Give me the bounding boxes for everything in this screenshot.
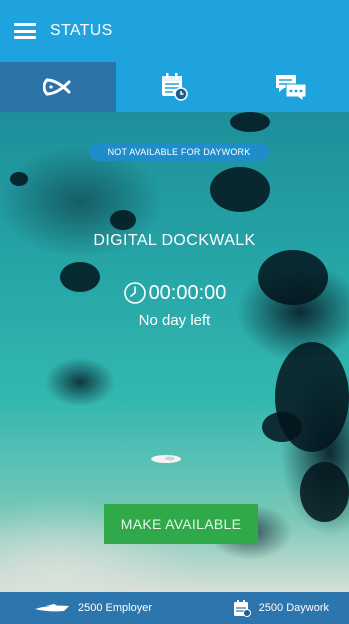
yacht-icon	[35, 604, 69, 612]
daywork-label: 2500 Daywork	[258, 602, 329, 614]
make-available-button[interactable]: MAKE AVAILABLE	[104, 504, 258, 544]
tab-messages[interactable]	[233, 62, 349, 112]
dockwalk-heading: DIGITAL DOCKWALK	[93, 232, 256, 249]
calendar-icon	[233, 600, 251, 617]
employer-label: 2500 Employer	[78, 602, 152, 614]
availability-badge: NOT AVAILABLE FOR DAYWORK	[89, 143, 269, 161]
top-bar: STATUS	[0, 0, 349, 62]
hamburger-menu-icon[interactable]	[14, 23, 36, 39]
days-left-text: No day left	[138, 312, 211, 329]
tab-calendar[interactable]	[116, 62, 232, 112]
employer-count[interactable]: 2500 Employer	[34, 602, 152, 614]
countdown-timer: 00:00:00	[148, 281, 227, 304]
boat-image	[151, 455, 181, 463]
daywork-count[interactable]: 2500 Daywork	[233, 599, 329, 617]
page-title: STATUS	[50, 22, 113, 39]
footer-bar: 2500 Employer 2500 Daywork	[0, 592, 349, 624]
chat-bubbles-icon	[275, 75, 307, 102]
calendar-clock-icon	[162, 73, 189, 101]
timer-row: 00:00:00	[0, 281, 349, 305]
tab-status[interactable]	[0, 62, 117, 112]
clock-icon	[123, 282, 146, 304]
fish-logo-icon	[43, 78, 71, 96]
tab-bar	[0, 62, 349, 112]
